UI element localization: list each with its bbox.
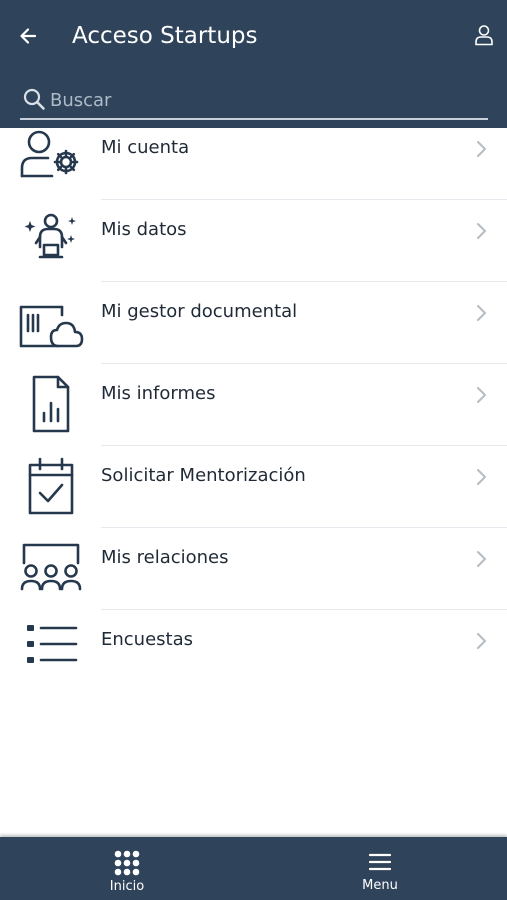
chevron-right-icon bbox=[477, 305, 486, 321]
chevron-right-icon bbox=[477, 469, 486, 485]
menu-item-mi-cuenta[interactable]: Mi cuenta bbox=[0, 128, 507, 210]
chevron-right-icon bbox=[477, 551, 486, 567]
report-icon bbox=[32, 375, 70, 433]
menu-item-label: Mi gestor documental bbox=[101, 301, 298, 322]
search-icon bbox=[23, 88, 45, 110]
menu-item-label: Mis relaciones bbox=[101, 547, 229, 568]
back-button[interactable] bbox=[14, 22, 42, 50]
user-settings-icon bbox=[20, 130, 79, 178]
document-cloud-icon bbox=[19, 305, 84, 348]
tab-label: Inicio bbox=[109, 879, 145, 894]
calendar-check-icon bbox=[28, 457, 74, 515]
menu-item-mis-informes[interactable]: Mis informes bbox=[0, 364, 507, 446]
menu-item-solicitar-mentorizacion[interactable]: Solicitar Mentorización bbox=[0, 446, 507, 528]
group-icon bbox=[20, 543, 82, 591]
tab-label: Menu bbox=[362, 878, 398, 893]
menu-item-mis-datos[interactable]: Mis datos bbox=[0, 200, 507, 282]
search-input[interactable] bbox=[50, 86, 480, 114]
arrow-left-icon bbox=[20, 28, 37, 44]
menu-item-mi-gestor-documental[interactable]: Mi gestor documental bbox=[0, 282, 507, 364]
grid-icon bbox=[114, 850, 140, 876]
hamburger-icon bbox=[368, 853, 392, 871]
menu-item-label: Mi cuenta bbox=[101, 137, 190, 158]
menu-item-label: Mis informes bbox=[101, 383, 216, 404]
menu-item-label: Solicitar Mentorización bbox=[101, 465, 306, 486]
tab-inicio[interactable]: Inicio bbox=[0, 837, 254, 900]
person-data-icon bbox=[24, 213, 76, 259]
chevron-right-icon bbox=[477, 223, 486, 239]
chevron-right-icon bbox=[477, 633, 486, 649]
search-bar bbox=[20, 84, 488, 120]
menu-item-label: Encuestas bbox=[101, 629, 194, 650]
page-title: Acceso Startups bbox=[72, 23, 258, 49]
app-header: Acceso Startups bbox=[0, 0, 507, 128]
survey-list-icon bbox=[27, 625, 78, 663]
user-icon bbox=[475, 25, 493, 46]
tab-menu[interactable]: Menu bbox=[253, 837, 507, 900]
menu-item-mis-relaciones[interactable]: Mis relaciones bbox=[0, 528, 507, 610]
user-profile-button[interactable] bbox=[470, 20, 498, 50]
chevron-right-icon bbox=[477, 387, 486, 403]
menu-item-label: Mis datos bbox=[101, 219, 187, 240]
chevron-right-icon bbox=[477, 141, 486, 157]
menu-item-encuestas[interactable]: Encuestas bbox=[0, 610, 507, 692]
bottom-navigation: Inicio Menu bbox=[0, 837, 507, 900]
